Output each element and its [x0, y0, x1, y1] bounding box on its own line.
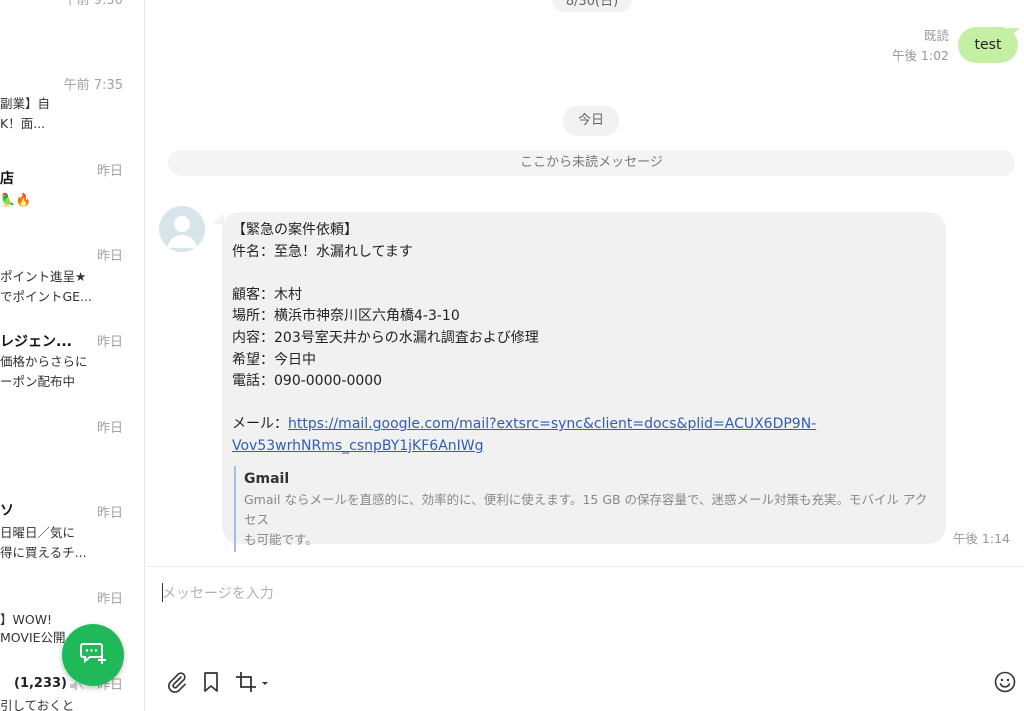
chat-name: レジェン... — [0, 334, 72, 350]
mail-link[interactable]: Vov53wrhNRms_csnpBY1jKF6AnIWg — [232, 438, 484, 454]
chat-preview: 】WOW! — [0, 612, 53, 627]
chat-preview: 得に買えるチ... — [0, 545, 87, 560]
message-time: 午後 1:02 — [891, 48, 949, 63]
received-message-bubble[interactable]: 【緊急の案件依頼】 件名：至急！水漏れしてます 顧客：木村 場所：横浜市神奈川区… — [222, 212, 946, 552]
chat-preview: 🦜🔥 — [0, 192, 32, 207]
paperclip-icon — [166, 671, 188, 697]
unread-divider: ここから未読メッセージ — [168, 150, 1015, 176]
chat-name: 店 — [0, 171, 14, 187]
read-receipt: 既読 — [923, 28, 949, 43]
message-line: 場所：横浜市神奈川区六角橋4-3-10 — [232, 308, 460, 325]
message-line: Vov53wrhNRms_csnpBY1jKF6AnIWg — [232, 436, 936, 458]
screen-capture-button[interactable] — [234, 671, 270, 697]
chat-name: ソ — [0, 503, 14, 519]
message-line: 希望：今日中 — [232, 351, 316, 368]
message-line: 内容：203号室天井からの水漏れ調査および修理 — [232, 329, 539, 346]
avatar[interactable] — [159, 206, 205, 252]
message-line — [232, 263, 936, 285]
link-preview-title: Gmail — [244, 470, 290, 487]
chat-preview: K！面... — [0, 116, 46, 131]
new-chat-icon — [78, 638, 108, 672]
message-composer — [146, 566, 1024, 711]
attach-file-button[interactable] — [164, 671, 190, 697]
chat-preview: 副業】自 — [0, 96, 51, 111]
chat-time: 昨日 — [96, 592, 123, 607]
chat-preview: MOVIE公開 — [0, 630, 66, 645]
message-line — [232, 393, 936, 415]
mail-link[interactable]: https://mail.google.com/mail?extsrc=sync… — [288, 416, 816, 432]
text-caret — [162, 583, 163, 602]
chat-time: 午前 7:35 — [63, 78, 123, 93]
link-preview-card[interactable]: Gmail Gmail ならメールを直感的に、効率的に、便利に使えます。15 G… — [234, 465, 930, 552]
message-time: 午後 1:14 — [952, 531, 1010, 546]
chat-preview: ポイント進呈★ — [0, 269, 87, 284]
link-preview-description: も可能です。 — [244, 531, 318, 547]
message-line: 【緊急の案件依頼】 — [232, 222, 358, 238]
chat-room: 8/30(日) 既読 午後 1:02 test 今日 ここから未読メッセージ 【… — [146, 0, 1024, 565]
new-chat-button[interactable] — [62, 624, 124, 686]
bookmark-icon — [201, 671, 221, 697]
chat-time: 昨日 — [96, 421, 123, 436]
date-separator: 8/30(日) — [552, 0, 632, 12]
smiley-icon — [994, 671, 1016, 697]
date-separator-today: 今日 — [563, 106, 619, 136]
chat-preview: ーポン配布中 — [0, 374, 76, 389]
chat-time: 昨日 — [96, 249, 123, 264]
message-input[interactable] — [162, 579, 1002, 609]
chat-preview: 価格からさらに — [0, 354, 88, 369]
mail-label: メール： — [232, 416, 288, 433]
bubble-tail — [212, 214, 224, 224]
message-line: 顧客：木村 — [232, 286, 302, 303]
chat-preview: 引しておくと — [0, 698, 75, 711]
keep-button[interactable] — [198, 671, 224, 697]
message-line: 件名：至急！水漏れしてます — [232, 243, 413, 260]
unread-count-badge: (1,233) — [14, 676, 68, 691]
chat-preview: でポイントGE... — [0, 289, 93, 304]
chat-time: 昨日 — [96, 164, 123, 179]
chat-preview: 日曜日／気に — [0, 525, 76, 540]
chat-time: 昨日 — [96, 335, 123, 350]
link-preview-description: Gmail ならメールを直感的に、効率的に、便利に使えます。15 GB の保存容… — [244, 491, 928, 527]
crop-icon — [235, 671, 269, 697]
message-line: メール：https://mail.google.com/mail?extsrc=… — [232, 414, 936, 436]
chat-time: 午前 9:50 — [63, 0, 123, 8]
chat-time: 昨日 — [96, 506, 123, 521]
emoji-button[interactable] — [992, 671, 1018, 697]
message-line: 電話：090-0000-0000 — [232, 373, 383, 390]
sent-message-bubble[interactable]: test — [958, 27, 1018, 63]
chat-list-sidebar: 午前 9:50 午前 7:35 副業】自 K！面... 昨日 店 🦜🔥 昨日 ポ… — [0, 0, 145, 711]
